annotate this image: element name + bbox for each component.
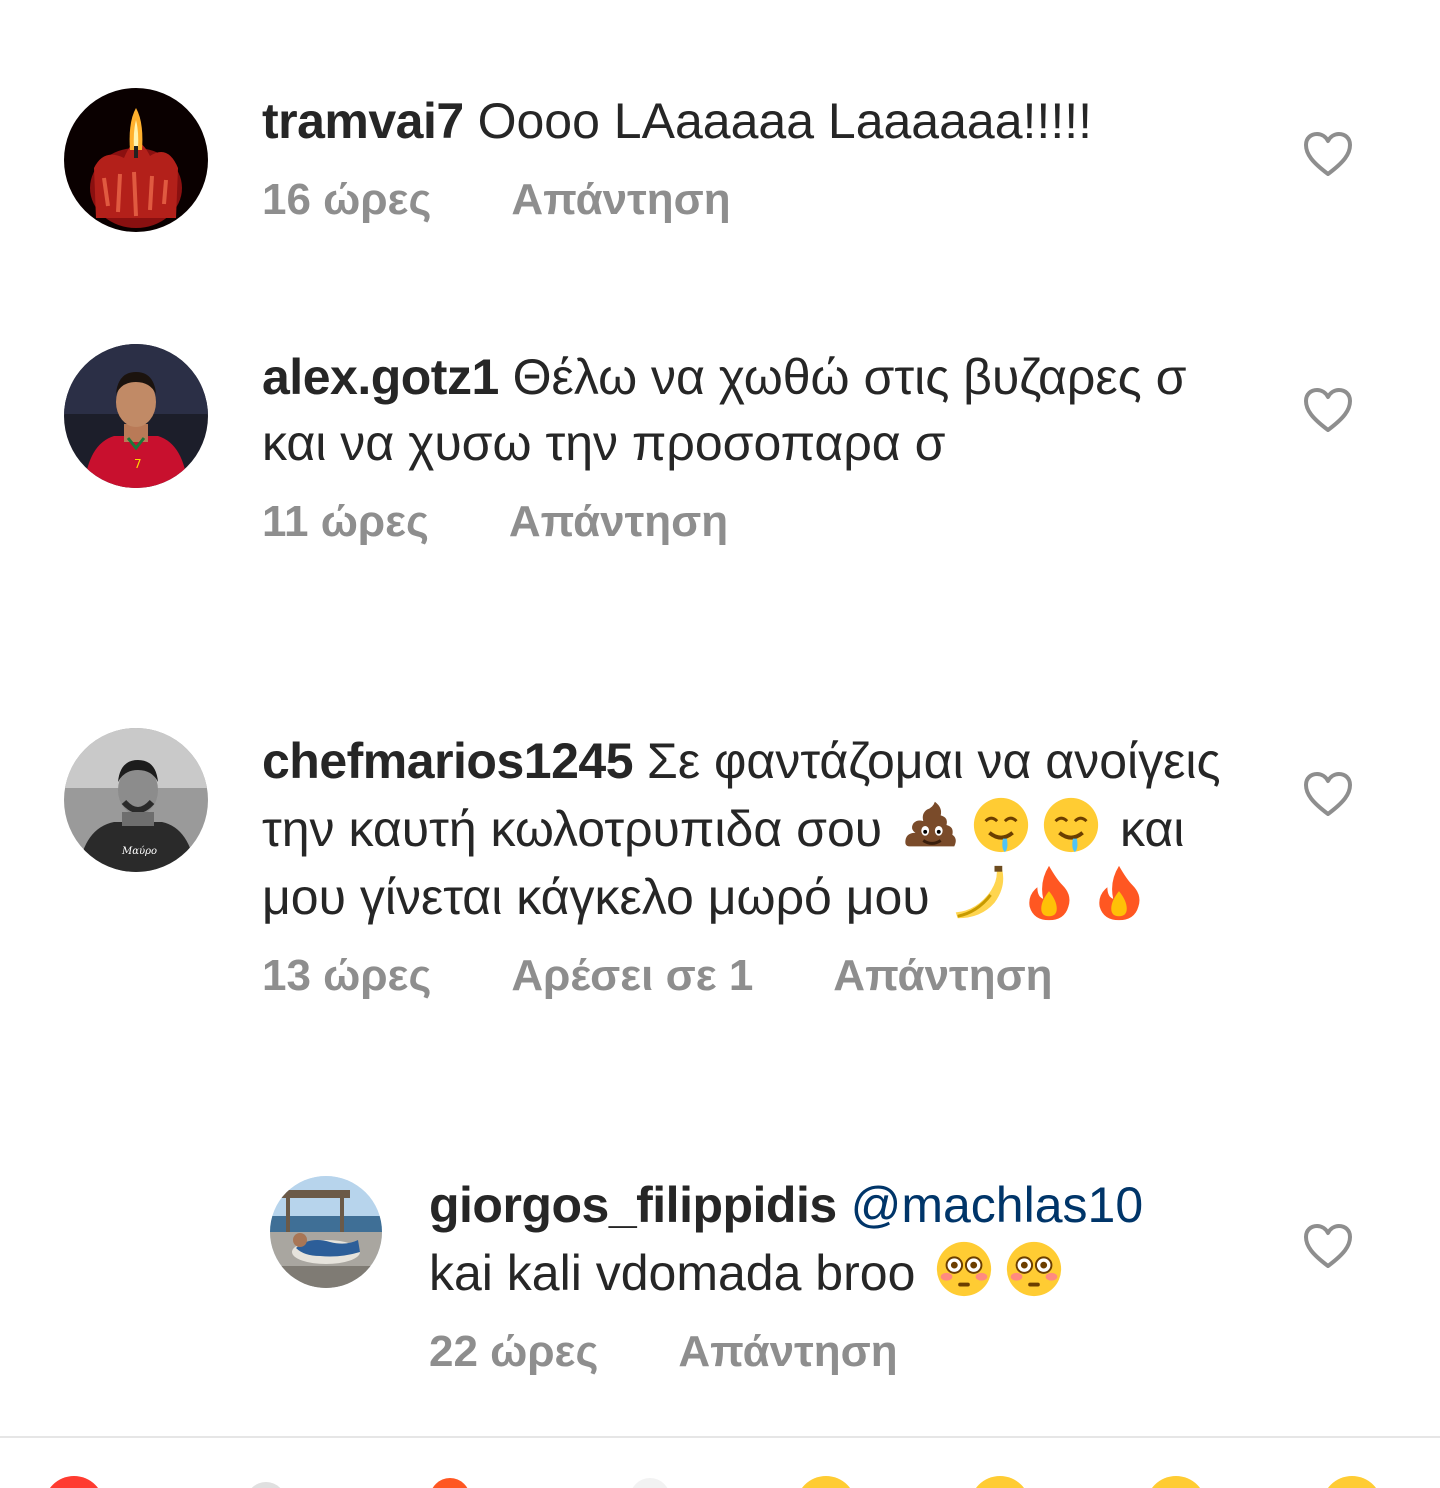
comment-content: kai kali vdomada broo xyxy=(429,1245,916,1301)
poop-emoji xyxy=(905,801,956,847)
reply-button[interactable]: Απάντηση xyxy=(511,172,730,228)
mention-link[interactable]: @machlas10 xyxy=(851,1177,1144,1233)
comment-body: chefmarios1245 Σε φαντάζομαι να ανοίγεις… xyxy=(262,728,1252,1004)
heart-eyes-emoji-button[interactable] xyxy=(970,1476,1030,1488)
laughing-emoji-button[interactable] xyxy=(1322,1476,1382,1488)
comment-body: alex.gotz1 Θέλω να χωθώ στις βυζαρες σ κ… xyxy=(262,344,1222,550)
username-link[interactable]: tramvai7 xyxy=(262,93,464,149)
likes-count-link[interactable]: Αρέσει σε 1 xyxy=(511,948,753,1004)
banana-emoji xyxy=(955,865,1003,919)
reply-button[interactable]: Απάντηση xyxy=(833,948,1052,1004)
comment-text: alex.gotz1 Θέλω να χωθώ στις βυζαρες σ κ… xyxy=(262,344,1222,476)
heart-emoji-button[interactable] xyxy=(44,1476,104,1488)
heart-outline-icon[interactable] xyxy=(1302,386,1354,434)
username-link[interactable]: giorgos_filippidis xyxy=(429,1177,837,1233)
timestamp: 22 ώρες xyxy=(429,1327,599,1376)
clap-emoji-button[interactable] xyxy=(630,1478,670,1488)
fire-emoji-button[interactable] xyxy=(430,1478,470,1488)
username-link[interactable]: chefmarios1245 xyxy=(262,733,634,789)
comment-body: giorgos_filippidis @machlas10 kai kali vd… xyxy=(429,1172,1249,1380)
avatar[interactable]: 7 xyxy=(64,344,208,488)
comment-meta: 16 ώρες Απάντηση xyxy=(262,172,1222,228)
reply-button[interactable]: Απάντηση xyxy=(678,1324,897,1380)
heart-outline-icon[interactable] xyxy=(1302,770,1354,818)
timestamp: 13 ώρες xyxy=(262,951,432,1000)
crying-emoji-button[interactable] xyxy=(796,1476,856,1488)
flushed-face-emoji xyxy=(1007,1241,1062,1297)
svg-text:Μαύρο: Μαύρο xyxy=(121,846,157,857)
comment-text: tramvai7 Oooo LAaaaaa Laaaaaa!!!!! xyxy=(262,88,1222,154)
avatar[interactable] xyxy=(270,1176,382,1288)
emoji-reaction-bar xyxy=(0,1438,1440,1488)
heart-outline-icon[interactable] xyxy=(1302,130,1354,178)
shocked-emoji-button[interactable] xyxy=(1146,1476,1206,1488)
comment-text: giorgos_filippidis @machlas10 kai kali vd… xyxy=(429,1172,1249,1306)
comment-meta: 13 ώρες Αρέσει σε 1 Απάντηση xyxy=(262,948,1252,1004)
flushed-face-emoji xyxy=(937,1241,992,1297)
comment-text: chefmarios1245 Σε φαντάζομαι να ανοίγεις… xyxy=(262,728,1252,930)
timestamp: 11 ώρες xyxy=(262,497,429,546)
comment-meta: 22 ώρες Απάντηση xyxy=(429,1324,1249,1380)
svg-text:7: 7 xyxy=(134,457,142,471)
avatar[interactable]: Μαύρο xyxy=(64,728,208,872)
hands-emoji-button[interactable] xyxy=(246,1482,286,1488)
comment-body: tramvai7 Oooo LAaaaaa Laaaaaa!!!!! 16 ώρ… xyxy=(262,88,1222,228)
drooling-face-emoji xyxy=(1043,797,1099,853)
comment-content: Oooo LAaaaaa Laaaaaa!!!!! xyxy=(463,93,1092,149)
drooling-face-emoji xyxy=(973,797,1029,853)
comment-meta: 11 ώρες Απάντηση xyxy=(262,494,1222,550)
username-link[interactable]: alex.gotz1 xyxy=(262,349,499,405)
heart-outline-icon[interactable] xyxy=(1302,1222,1354,1270)
timestamp: 16 ώρες xyxy=(262,175,432,224)
fire-emoji xyxy=(1098,865,1140,921)
avatar[interactable] xyxy=(64,88,208,232)
reply-button[interactable]: Απάντηση xyxy=(509,494,728,550)
fire-emoji xyxy=(1028,865,1070,921)
